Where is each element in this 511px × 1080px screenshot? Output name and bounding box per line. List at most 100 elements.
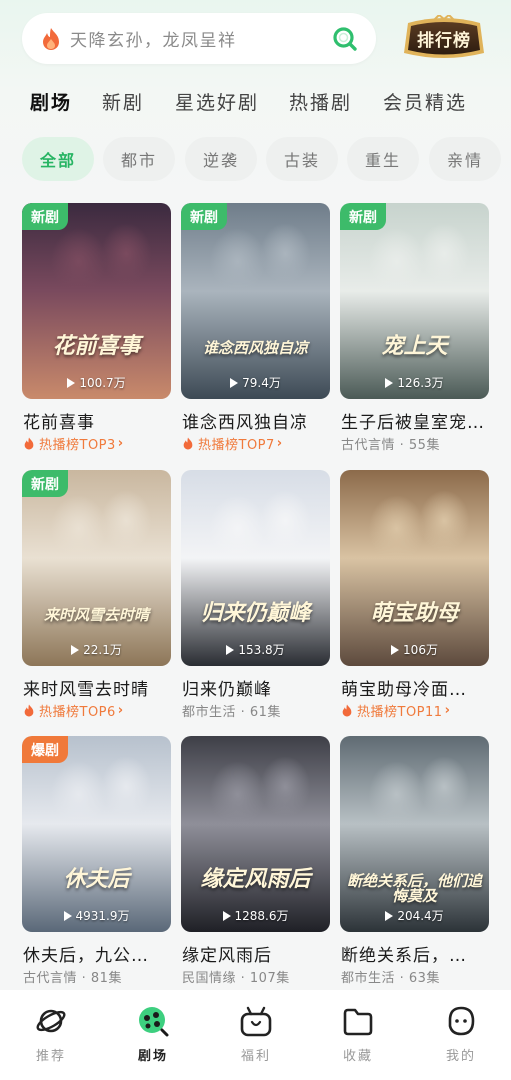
poster-image[interactable]: 新剧 谁念西风独自凉 79.4万 — [181, 203, 330, 399]
drama-title[interactable]: 生子后被皇室宠上天 — [341, 408, 491, 433]
poster-image[interactable]: 断绝关系后，他们追悔莫及 204.4万 — [340, 736, 489, 932]
nav-recommend[interactable]: 推荐 — [16, 1004, 86, 1064]
play-icon — [67, 378, 76, 388]
chevron-right-icon: › — [276, 436, 283, 451]
view-count-text: 79.4万 — [242, 376, 281, 390]
poster-title: 宠上天 — [381, 333, 448, 359]
drama-meta: 都市生活 · 63集 — [341, 971, 440, 986]
poster-title: 缘定风雨后 — [200, 866, 311, 892]
badge: 新剧 — [22, 470, 68, 497]
view-count: 100.7万 — [22, 374, 171, 391]
category-chips: 全部 都市 逆袭 古装 重生 亲情 — [0, 137, 511, 181]
view-count: 126.3万 — [340, 374, 489, 391]
drama-meta: 古代言情 · 55集 — [341, 438, 440, 453]
play-icon — [222, 911, 231, 921]
view-count-text: 4931.9万 — [75, 909, 130, 923]
view-count: 4931.9万 — [22, 907, 171, 924]
poster-image[interactable]: 归来仍巅峰 153.8万 — [181, 470, 330, 666]
play-icon — [230, 378, 239, 388]
chip-rebirth[interactable]: 重生 — [347, 137, 419, 181]
chip-urban[interactable]: 都市 — [103, 137, 175, 181]
poster-image[interactable]: 萌宝助母 106万 — [340, 470, 489, 666]
drama-meta: 民国情缘 · 107集 — [182, 971, 290, 986]
view-count: 204.4万 — [340, 907, 489, 924]
gift-icon — [240, 1006, 272, 1037]
drama-title[interactable]: 归来仍巅峰 — [182, 675, 332, 700]
tab-hot[interactable]: 热播剧 — [289, 88, 352, 115]
poster-image[interactable]: 新剧宠上天 126.3万 — [340, 203, 489, 399]
play-icon — [71, 645, 80, 655]
hot-rank-text: 热播榜TOP3 — [39, 438, 116, 453]
flame-icon — [24, 704, 34, 717]
view-count-text: 100.7万 — [79, 376, 126, 390]
poster-title: 来时风雪去时晴 — [43, 606, 149, 624]
drama-title[interactable]: 休夫后，九公… — [23, 941, 173, 966]
nav-theater[interactable]: 剧场 — [118, 1004, 188, 1064]
drama-title[interactable]: 谁念西风独自凉 — [182, 408, 332, 433]
play-icon — [63, 911, 72, 921]
view-count-text: 1288.6万 — [234, 909, 289, 923]
chevron-right-icon: › — [117, 436, 124, 451]
drama-title[interactable]: 来时风雪去时晴 — [23, 675, 173, 700]
view-count: 106万 — [340, 641, 489, 658]
rank-button[interactable]: 排行榜 — [398, 13, 490, 62]
chevron-right-icon: › — [117, 703, 124, 718]
badge: 爆剧 — [22, 736, 68, 763]
flame-icon — [183, 437, 193, 450]
search-icon[interactable] — [332, 26, 358, 52]
hot-rank-link[interactable]: 热播榜TOP7 › — [182, 434, 283, 453]
drama-title[interactable]: 缘定风雨后 — [182, 941, 332, 966]
play-icon — [385, 378, 394, 388]
chevron-right-icon: › — [444, 703, 451, 718]
planet-icon — [36, 1009, 66, 1033]
tab-new[interactable]: 新剧 — [102, 88, 144, 115]
tab-theater[interactable]: 剧场 — [30, 88, 72, 115]
chip-costume[interactable]: 古装 — [266, 137, 338, 181]
view-count: 1288.6万 — [181, 907, 330, 924]
hot-rank-text: 热播榜TOP7 — [198, 438, 275, 453]
badge: 新剧 — [22, 203, 68, 230]
chip-family[interactable]: 亲情 — [429, 137, 501, 181]
hot-rank-link[interactable]: 热播榜TOP3 › — [23, 434, 124, 453]
tab-star-picks[interactable]: 星选好剧 — [175, 88, 259, 115]
view-count-text: 153.8万 — [238, 643, 285, 657]
hot-rank-link[interactable]: 热播榜TOP6 › — [23, 701, 124, 720]
view-count-text: 126.3万 — [397, 376, 444, 390]
search-bar[interactable]: 天降玄孙，龙凤呈祥 — [22, 13, 376, 64]
badge: 新剧 — [181, 203, 227, 230]
poster-image[interactable]: 缘定风雨后 1288.6万 — [181, 736, 330, 932]
view-count-text: 204.4万 — [397, 909, 444, 923]
view-count-text: 106万 — [403, 643, 438, 657]
poster-image[interactable]: 爆剧 休夫后 4931.9万 — [22, 736, 171, 932]
flame-icon — [24, 437, 34, 450]
chip-comeback[interactable]: 逆袭 — [185, 137, 257, 181]
hot-rank-text: 热播榜TOP6 — [39, 705, 116, 720]
play-icon — [385, 911, 394, 921]
tab-vip[interactable]: 会员精选 — [383, 88, 467, 115]
flame-icon — [43, 27, 59, 50]
poster-title: 断绝关系后，他们追悔莫及 — [346, 872, 482, 905]
rank-label: 排行榜 — [417, 31, 471, 51]
poster-title: 萌宝助母 — [370, 600, 459, 626]
hot-rank-text: 热播榜TOP11 — [357, 705, 443, 720]
theater-icon — [139, 1007, 169, 1037]
poster-image[interactable]: 新剧花前喜事 100.7万 — [22, 203, 171, 399]
hot-rank-link[interactable]: 热播榜TOP11 › — [341, 701, 450, 720]
drama-title[interactable]: 花前喜事 — [23, 408, 173, 433]
nav-favorites[interactable]: 收藏 — [323, 1004, 393, 1064]
badge: 新剧 — [340, 203, 386, 230]
folder-icon — [343, 1008, 373, 1036]
view-count: 153.8万 — [181, 641, 330, 658]
view-count-text: 22.1万 — [83, 643, 122, 657]
chip-all[interactable]: 全部 — [22, 137, 94, 181]
play-icon — [391, 645, 400, 655]
nav-label: 收藏 — [342, 1049, 373, 1064]
drama-meta: 都市生活 · 61集 — [182, 705, 281, 720]
poster-title: 花前喜事 — [52, 333, 141, 359]
search-placeholder: 天降玄孙，龙凤呈祥 — [70, 31, 237, 51]
nav-profile[interactable]: 我的 — [426, 1004, 496, 1064]
drama-title[interactable]: 断绝关系后，… — [341, 941, 491, 966]
nav-welfare[interactable]: 福利 — [221, 1004, 291, 1064]
poster-image[interactable]: 新剧来时风雪去时晴 22.1万 — [22, 470, 171, 666]
drama-title[interactable]: 萌宝助母冷面… — [341, 675, 491, 700]
